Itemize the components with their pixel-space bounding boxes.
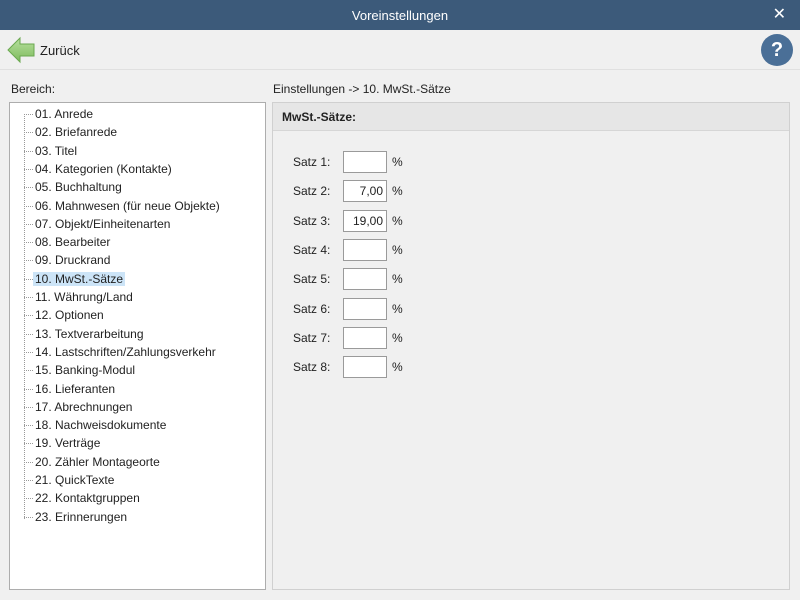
tree-item-label: 16. Lieferanten [35, 381, 116, 396]
rate-label: Satz 6: [293, 301, 331, 316]
tree-item-label: 08. Bearbeiter [35, 235, 111, 250]
tree-item[interactable]: 21. QuickTexte [24, 472, 117, 489]
tree-item[interactable]: 14. Lastschriften/Zahlungsverkehr [24, 344, 219, 361]
rate-label: Satz 4: [293, 242, 331, 257]
settings-panel: MwSt.-Sätze: Satz 1:% Satz 2: 7,00% Satz 3:… [272, 102, 790, 590]
tree-item[interactable]: 12. Optionen [24, 307, 107, 324]
tree-item[interactable]: 04. Kategorien (Kontakte) [24, 161, 175, 178]
tree-item-label: 10. MwSt.-Sätze [33, 271, 126, 286]
rate-label: Satz 7: [293, 330, 331, 345]
tree-item-label: 18. Nachweisdokumente [35, 418, 167, 433]
tree-item-label: 14. Lastschriften/Zahlungsverkehr [35, 344, 216, 359]
percent-unit: % [392, 330, 403, 345]
panel-header: MwSt.-Sätze: [273, 103, 789, 131]
rate-row: Satz 4:% [293, 238, 403, 261]
rate-label: Satz 8: [293, 360, 331, 375]
rate-row: Satz 7:% [293, 326, 403, 349]
tree-item[interactable]: 05. Buchhaltung [24, 179, 125, 196]
tree-item[interactable]: 15. Banking-Modul [24, 362, 138, 379]
percent-unit: % [392, 184, 403, 199]
tree-item-label: 21. QuickTexte [35, 473, 115, 487]
tree-item-label: 20. Zähler Montageorte [35, 454, 160, 469]
tree-item-label: 19. Verträge [35, 436, 101, 451]
rate-row: Satz 3: 19,00% [293, 209, 403, 232]
back-button[interactable]: Zurück [6, 33, 80, 67]
tree-item-label: 13. Textverarbeitung [35, 326, 144, 341]
back-label: Zurück [40, 42, 80, 58]
tree-item[interactable]: 13. Textverarbeitung [24, 326, 147, 343]
tree-item[interactable]: 01. Anrede [24, 106, 96, 123]
tree-item[interactable]: 07. Objekt/Einheitenarten [24, 216, 173, 233]
tree-item[interactable]: 06. Mahnwesen (für neue Objekte) [24, 198, 223, 215]
rate-row: Satz 6:% [293, 297, 403, 320]
percent-unit: % [392, 213, 403, 228]
window-title: Voreinstellungen [351, 7, 449, 23]
tree-item[interactable]: 20. Zähler Montageorte [24, 454, 163, 471]
tree-item-label: 17. Abrechnungen [35, 399, 133, 414]
tree-item[interactable]: 17. Abrechnungen [24, 399, 135, 416]
rate-label: Satz 2: [293, 184, 331, 199]
rate-input[interactable] [343, 151, 387, 173]
tree-item-label: 22. Kontaktgruppen [35, 491, 140, 506]
rate-input[interactable]: 19,00 [343, 209, 387, 232]
tree-item-label: 05. Buchhaltung [35, 180, 122, 195]
percent-unit: % [392, 272, 403, 287]
rate-label: Satz 3: [293, 213, 331, 228]
rate-input[interactable]: 7,00 [343, 180, 387, 203]
close-icon[interactable]: ✕ [773, 5, 786, 25]
tree-item-label: 06. Mahnwesen (für neue Objekte) [35, 198, 220, 213]
tree-item-label: 07. Objekt/Einheitenarten [35, 216, 171, 231]
rate-row: Satz 1:% [293, 151, 403, 173]
tree-item-label: 01. Anrede [35, 107, 94, 121]
tree-item-label: 09. Druckrand [35, 253, 111, 268]
tree-item-label: 03. Titel [35, 143, 78, 158]
rate-row: Satz 8:% [293, 356, 403, 379]
area-label: Bereich: [11, 82, 56, 96]
percent-unit: % [392, 242, 403, 257]
tree-item[interactable]: 08. Bearbeiter [24, 234, 113, 251]
tree-item[interactable]: 18. Nachweisdokumente [24, 417, 169, 434]
rate-input[interactable] [343, 356, 387, 379]
tree-item[interactable]: 23. Erinnerungen [24, 509, 130, 526]
tree-item-label: 12. Optionen [35, 308, 104, 323]
rate-input[interactable] [343, 268, 387, 291]
rate-input[interactable] [343, 297, 387, 320]
rate-label: Satz 5: [293, 272, 331, 287]
tree-item[interactable]: 03. Titel [24, 143, 80, 160]
tree-item[interactable]: 09. Druckrand [24, 252, 113, 269]
tree-item[interactable]: 19. Verträge [24, 435, 103, 452]
toolbar: Zurück ? [0, 30, 800, 70]
breadcrumb: Einstellungen -> 10. MwSt.-Sätze [273, 82, 451, 96]
percent-unit: % [392, 360, 403, 375]
rate-input[interactable] [343, 238, 387, 261]
title-bar: Voreinstellungen ✕ [0, 0, 800, 30]
percent-unit: % [392, 155, 403, 169]
tree-item-label: 04. Kategorien (Kontakte) [35, 161, 172, 176]
tree-item-label: 11. Währung/Land [35, 290, 133, 304]
rate-input[interactable] [343, 326, 387, 349]
tree-item[interactable]: 11. Währung/Land [24, 289, 136, 306]
tree-item[interactable]: 10. MwSt.-Sätze [24, 271, 128, 288]
help-icon[interactable]: ? [761, 34, 793, 66]
tree-item[interactable]: 16. Lieferanten [24, 381, 118, 398]
rate-row: Satz 2: 7,00% [293, 180, 403, 203]
tree-item[interactable]: 22. Kontaktgruppen [24, 490, 143, 507]
tree-item-label: 15. Banking-Modul [35, 363, 136, 378]
rate-row: Satz 5:% [293, 268, 403, 291]
settings-tree[interactable]: 01. Anrede 02. Briefanrede 03. Titel 04. Ka… [9, 102, 266, 590]
tree-item[interactable]: 02. Briefanrede [24, 124, 120, 141]
back-arrow-icon [7, 36, 35, 64]
tree-item-label: 23. Erinnerungen [35, 509, 128, 524]
tree-item-label: 02. Briefanrede [35, 125, 118, 140]
percent-unit: % [392, 301, 403, 316]
rate-label: Satz 1: [293, 155, 331, 169]
